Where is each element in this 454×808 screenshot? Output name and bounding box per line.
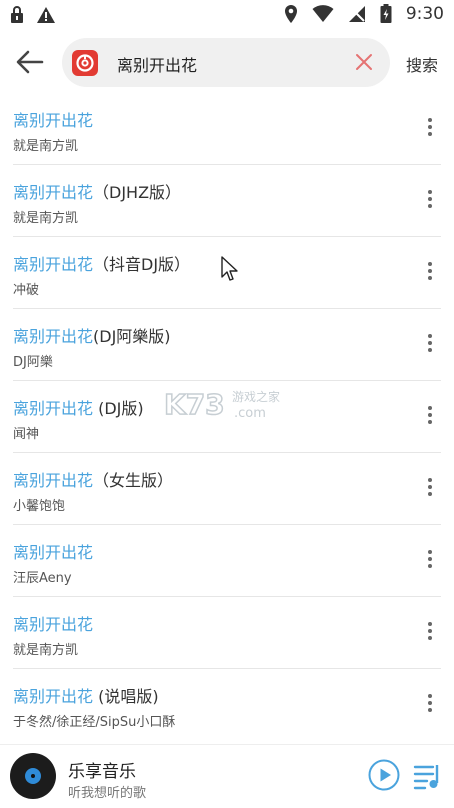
list-item[interactable]: 离别开出花 就是南方凯: [0, 597, 454, 669]
song-title: 离别开出花: [13, 539, 93, 563]
more-vertical-icon[interactable]: [424, 115, 436, 143]
song-title: 离别开出花 (DJ版): [13, 395, 144, 419]
song-title-highlight: 离别开出花: [13, 255, 94, 274]
list-item[interactable]: 离别开出花 (说唱版) 于冬然/徐正经/SipSu小口酥: [0, 669, 454, 741]
song-artist: 汪辰Aeny: [13, 571, 72, 586]
netease-music-logo-icon: [72, 50, 98, 76]
song-title-suffix: （女生版）: [93, 471, 174, 490]
song-title: 离别开出花 (说唱版): [13, 683, 159, 707]
list-item[interactable]: 离别开出花（DJHZ版） 就是南方凯: [0, 165, 454, 237]
warning-icon: [37, 7, 55, 23]
list-item[interactable]: 离别开出花(DJ阿樂版) DJ阿樂: [0, 309, 454, 381]
song-title-highlight: 离别开出花: [13, 471, 94, 490]
song-artist: 冲破: [13, 283, 40, 298]
song-artist: 就是南方凯: [13, 643, 79, 658]
more-vertical-icon[interactable]: [424, 259, 436, 287]
wifi-icon: [312, 5, 334, 22]
search-button[interactable]: 搜索: [406, 52, 438, 76]
player-subtitle: 听我想听的歌: [68, 786, 147, 801]
song-title-suffix: (DJ版): [93, 399, 144, 418]
search-header: 离别开出花 搜索: [0, 32, 454, 92]
more-vertical-icon[interactable]: [424, 403, 436, 431]
song-title: 离别开出花: [13, 107, 93, 131]
song-title-suffix: （DJHZ版）: [93, 183, 182, 202]
playlist-icon[interactable]: [413, 761, 443, 791]
song-title-highlight: 离别开出花: [13, 399, 94, 418]
song-artist: 闻神: [13, 427, 40, 442]
song-title-highlight: 离别开出花: [13, 111, 94, 130]
status-bar: 9:30: [0, 0, 454, 32]
battery-icon: [380, 4, 392, 23]
song-title: 离别开出花(DJ阿樂版): [13, 323, 171, 347]
mouse-pointer-icon: [221, 256, 238, 281]
play-icon[interactable]: [368, 759, 400, 791]
more-vertical-icon[interactable]: [424, 691, 436, 719]
list-item[interactable]: 离别开出花 (DJ版) 闻神: [0, 381, 454, 453]
song-title-suffix: (说唱版): [93, 687, 159, 706]
lock-icon: [11, 6, 23, 23]
list-item[interactable]: 离别开出花（女生版） 小馨饱饱: [0, 453, 454, 525]
song-title-suffix: （抖音DJ版）: [93, 255, 191, 274]
back-arrow-icon[interactable]: [14, 48, 46, 76]
song-title-highlight: 离别开出花: [13, 543, 94, 562]
song-title-highlight: 离别开出花: [13, 183, 94, 202]
song-title-highlight: 离别开出花: [13, 327, 94, 346]
more-vertical-icon[interactable]: [424, 187, 436, 215]
more-vertical-icon[interactable]: [424, 331, 436, 359]
song-title: 离别开出花: [13, 611, 93, 635]
clear-icon[interactable]: [355, 53, 373, 71]
album-disc-icon: [10, 753, 56, 799]
player-title: 乐享音乐: [68, 762, 136, 782]
song-title-highlight: 离别开出花: [13, 615, 94, 634]
song-artist: 就是南方凯: [13, 139, 79, 154]
song-title: 离别开出花（抖音DJ版）: [13, 251, 190, 275]
location-icon: [284, 5, 297, 23]
search-query-text: 离别开出花: [117, 56, 198, 75]
more-vertical-icon[interactable]: [424, 475, 436, 503]
list-item[interactable]: 离别开出花 就是南方凯: [0, 93, 454, 165]
search-results-list: 离别开出花 就是南方凯 离别开出花（DJHZ版） 就是南方凯 离别开出花（抖音D…: [0, 93, 454, 741]
song-artist: 就是南方凯: [13, 211, 79, 226]
song-artist: 于冬然/徐正经/SipSu小口酥: [13, 715, 176, 730]
song-artist: 小馨饱饱: [13, 499, 66, 514]
song-title: 离别开出花（女生版）: [13, 467, 173, 491]
song-title-highlight: 离别开出花: [13, 687, 94, 706]
mini-player-bar[interactable]: 乐享音乐 听我想听的歌: [0, 744, 454, 808]
more-vertical-icon[interactable]: [424, 619, 436, 647]
status-time: 9:30: [405, 4, 444, 24]
more-vertical-icon[interactable]: [424, 547, 436, 575]
song-artist: DJ阿樂: [13, 355, 53, 370]
list-item[interactable]: 离别开出花 汪辰Aeny: [0, 525, 454, 597]
signal-icon: [348, 6, 365, 22]
song-title-suffix: (DJ阿樂版): [93, 327, 171, 346]
search-input[interactable]: 离别开出花: [62, 38, 390, 87]
song-title: 离别开出花（DJHZ版）: [13, 179, 181, 203]
